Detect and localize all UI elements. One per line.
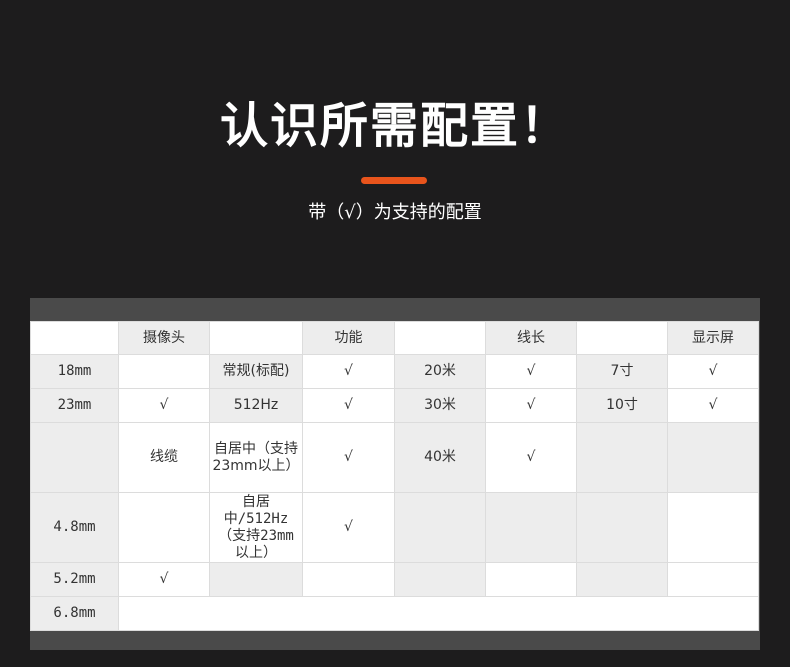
table-cell: √ [302, 492, 395, 563]
table-cell: 20米 [394, 354, 486, 389]
table-cell [485, 492, 577, 563]
table-row: 5.2mm √ [30, 562, 759, 597]
table-cell: 10寸 [576, 388, 668, 423]
table-row: 线缆 自居中（支持23mm以上） √ 40米 √ [30, 422, 759, 493]
table-cell: √ [485, 422, 577, 493]
table-cell [30, 422, 119, 493]
header-cell [576, 321, 668, 355]
table-cell-merged [118, 596, 759, 631]
table-cell: √ [667, 388, 759, 423]
table-cell [667, 422, 759, 493]
table-cell [302, 562, 395, 597]
table-row: 6.8mm [30, 596, 759, 631]
table-cell: 23mm [30, 388, 119, 423]
table-cell: 线缆 [118, 422, 210, 493]
table-cell: √ [485, 388, 577, 423]
table-cell [118, 492, 210, 563]
table-cell: 6.8mm [30, 596, 119, 631]
table-cell: 18mm [30, 354, 119, 389]
table-cell: 4.8mm [30, 492, 119, 563]
config-table: 摄像头 功能 线长 显示屏 18mm 常规(标配) √ 20米 √ 7寸 √ 2… [30, 321, 759, 631]
page-title: 认识所需配置！ [219, 98, 570, 154]
table-cell: √ [118, 562, 210, 597]
table-cell: √ [302, 422, 395, 493]
page-subtitle: 带（√）为支持的配置 [308, 202, 482, 223]
table-row: 18mm 常规(标配) √ 20米 √ 7寸 √ [30, 354, 759, 389]
table-row: 23mm √ 512Hz √ 30米 √ 10寸 √ [30, 388, 759, 423]
table-cell [118, 354, 210, 389]
header-cell [30, 321, 119, 355]
table-cell: √ [118, 388, 210, 423]
table-row: 4.8mm 自居中/512Hz（支持23mm以上） √ [30, 492, 759, 563]
table-cell: 7寸 [576, 354, 668, 389]
table-cell: 5.2mm [30, 562, 119, 597]
table-cell [485, 562, 577, 597]
table-cell: 30米 [394, 388, 486, 423]
table-cell [394, 562, 486, 597]
header-display: 显示屏 [667, 321, 759, 355]
table-cell: √ [302, 354, 395, 389]
table-header-row: 摄像头 功能 线长 显示屏 [30, 321, 759, 355]
table-cell: √ [302, 388, 395, 423]
table-cell [394, 492, 486, 563]
table-cell [576, 422, 668, 493]
table-cell: 40米 [394, 422, 486, 493]
table-cell: √ [485, 354, 577, 389]
table-cell [576, 562, 668, 597]
title-accent-bar [361, 177, 427, 184]
table-cell: 512Hz [209, 388, 303, 423]
table-cell [667, 562, 759, 597]
table-cell [576, 492, 668, 563]
header-cell [394, 321, 486, 355]
table-cell: 自居中/512Hz（支持23mm以上） [209, 492, 303, 563]
header-cable-length: 线长 [485, 321, 577, 355]
table-cell [667, 492, 759, 563]
header-function: 功能 [302, 321, 395, 355]
header-camera: 摄像头 [118, 321, 210, 355]
table-cell [209, 562, 303, 597]
table-cell: 自居中（支持23mm以上） [209, 422, 303, 493]
table-cell: 常规(标配) [209, 354, 303, 389]
table-cell: √ [667, 354, 759, 389]
header-cell [209, 321, 303, 355]
